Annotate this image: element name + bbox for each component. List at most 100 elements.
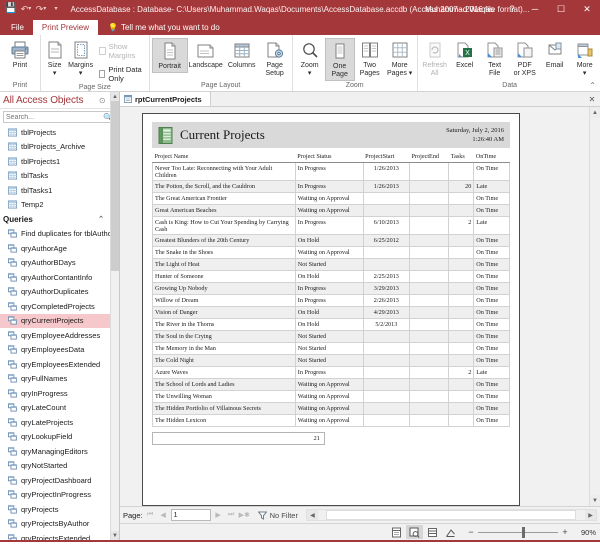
nav-item-tblTasks1[interactable]: tblTasks1 [0,183,110,198]
nav-item-qryInProgress[interactable]: qryInProgress [0,386,110,401]
columns-button[interactable]: Columns [224,38,260,71]
nav-item-qryAuthorDuplicates[interactable]: qryAuthorDuplicates [0,285,110,300]
scroll-thumb[interactable] [111,101,119,271]
horizontal-scrollbar[interactable]: ◀ ▶ [306,509,597,521]
nav-item-qryProjectDashboard[interactable]: qryProjectDashboard [0,473,110,488]
print-data-only-checkbox[interactable]: Print Data Only [99,65,145,83]
portrait-button[interactable]: Portrait [152,38,188,73]
nav-item-tblProjects1[interactable]: tblProjects1 [0,154,110,169]
zoom-out-button[interactable]: − [467,527,475,537]
h-scroll-track-left[interactable] [318,510,327,520]
close-document-icon[interactable]: ✕ [584,92,600,106]
view-print-preview-button[interactable] [406,525,423,539]
save-icon[interactable]: 💾 [4,2,18,16]
nav-item-qryAuthorBDays[interactable]: qryAuthorBDays [0,256,110,271]
nav-item-qryProjectsByAuthor[interactable]: qryProjectsByAuthor [0,517,110,532]
customize-qat-icon[interactable]: ▾ [49,2,63,16]
nav-item-qryProjectsExtended[interactable]: qryProjectsExtended [0,531,110,540]
zoom-in-button[interactable]: + [561,527,569,537]
print-button[interactable]: Print [2,38,38,71]
page-setup-button[interactable]: PageSetup [260,38,290,79]
document-tab-rptcurrentprojects[interactable]: rptCurrentProjects [120,92,211,106]
nav-item-tblProjects[interactable]: tblProjects [0,125,110,140]
margins-button[interactable]: Margins▾ [66,38,95,79]
nav-item-tblTasks[interactable]: tblTasks [0,169,110,184]
collapse-ribbon-icon[interactable]: ⌃ [589,81,596,90]
view-design-button[interactable] [442,525,459,539]
first-page-button[interactable]: ⏮ [145,511,156,519]
h-scroll-track-right[interactable] [576,510,585,520]
previous-page-button[interactable]: ◀ [158,511,169,519]
user-account-name[interactable]: Muhammad Waqas [417,5,502,14]
maximize-icon[interactable]: ☐ [548,0,574,18]
view-report-button[interactable] [388,525,405,539]
navigation-menu-icon[interactable]: ⊙ [97,96,108,105]
nav-item-Temp2[interactable]: Temp2 [0,198,110,213]
nav-item-qryCompletedProjects[interactable]: qryCompletedProjects [0,299,110,314]
show-margins-checkbox[interactable]: Show Margins [99,42,145,60]
nav-item-qryNotStarted[interactable]: qryNotStarted [0,459,110,474]
zoom-slider-thumb[interactable] [522,527,525,538]
scroll-up-icon[interactable]: ▲ [111,92,119,101]
scroll-up-icon[interactable]: ▲ [590,107,600,118]
navigation-search-box[interactable]: 🔍 [3,111,116,123]
search-input[interactable] [6,114,103,121]
nav-item-qryAuthorContantInfo[interactable]: qryAuthorContantInfo [0,270,110,285]
one-page-button[interactable]: OnePage [325,38,355,81]
nav-item-qryEmployeeAddresses[interactable]: qryEmployeeAddresses [0,328,110,343]
pdf-xps-export-button[interactable]: PDFor XPS [510,38,540,79]
scroll-left-icon[interactable]: ◀ [307,510,318,520]
nav-item-tblProjects_Archive[interactable]: tblProjects_Archive [0,140,110,155]
more-export-button[interactable]: More▾ [570,38,600,79]
undo-icon[interactable]: ↶▾ [19,2,33,16]
landscape-button[interactable]: Landscape [188,38,224,71]
next-page-button[interactable]: ▶ [213,511,224,519]
zoom-slider-track[interactable] [478,532,558,533]
nav-item-qryLateProjects[interactable]: qryLateProjects [0,415,110,430]
size-button[interactable]: Size▾ [43,38,66,79]
close-icon[interactable]: ✕ [574,0,600,18]
nav-item-qryManagingEditors[interactable]: qryManagingEditors [0,444,110,459]
email-button[interactable]: Email [540,38,570,71]
view-layout-button[interactable] [424,525,441,539]
nav-item-qryLateCount[interactable]: qryLateCount [0,401,110,416]
nav-item-qryProjects[interactable]: qryProjects [0,502,110,517]
more-pages-button[interactable]: MorePages ▾ [385,38,415,79]
redo-icon[interactable]: ↷▾ [34,2,48,16]
preview-vertical-scrollbar[interactable]: ▲ ▼ [589,107,600,506]
nav-group-queries[interactable]: Queries⌃ [0,212,110,227]
nav-item-Find duplicates for tblAuthors[interactable]: Find duplicates for tblAuthors [0,227,110,242]
nav-item-qryAuthorAge[interactable]: qryAuthorAge [0,241,110,256]
scroll-down-icon[interactable]: ▼ [590,495,600,506]
nav-item-qryFullNames[interactable]: qryFullNames [0,372,110,387]
scroll-right-icon[interactable]: ▶ [585,510,596,520]
minimize-icon[interactable]: ─ [522,0,548,18]
nav-item-qryCurrentProjects[interactable]: qryCurrentProjects [0,314,110,329]
navigation-scrollbar[interactable]: ▲ ▼ [110,92,119,540]
zoom-button[interactable]: Zoom▾ [295,38,325,79]
page-number-input[interactable]: 1 [171,509,211,521]
margins-icon [72,39,90,61]
scroll-track[interactable] [590,118,600,495]
query-icon [8,229,17,238]
two-pages-button[interactable]: TwoPages [355,38,385,79]
no-filter-button[interactable]: No Filter [252,511,298,520]
text-file-export-button[interactable]: TextFile [480,38,510,79]
nav-item-qryLookupField[interactable]: qryLookupField [0,430,110,445]
new-page-button[interactable]: ▶✱ [239,511,250,519]
h-scroll-thumb[interactable] [326,510,576,520]
zoom-control[interactable]: − + 90% [467,527,596,537]
excel-export-button[interactable]: X Excel [450,38,480,71]
cell-project-name: Never Too Late: Reconnecting with Your A… [153,163,296,181]
tab-file[interactable]: File [2,20,33,35]
tab-print-preview[interactable]: Print Preview [33,20,98,35]
nav-item-qryProjectInProgress[interactable]: qryProjectInProgress [0,488,110,503]
tell-me-box[interactable]: 💡 Tell me what you want to do [98,23,220,35]
nav-item-qryEmployeesData[interactable]: qryEmployeesData [0,343,110,358]
navigation-object-list[interactable]: tblProjectstblProjects_ArchivetblProject… [0,125,119,540]
print-preview-surface[interactable]: Current Projects Saturday, July 2, 2016 … [120,107,589,506]
scroll-down-icon[interactable]: ▼ [111,531,119,540]
help-icon[interactable]: ? [502,0,522,18]
last-page-button[interactable]: ⏭ [226,511,237,519]
nav-item-qryEmployeesExtended[interactable]: qryEmployeesExtended [0,357,110,372]
